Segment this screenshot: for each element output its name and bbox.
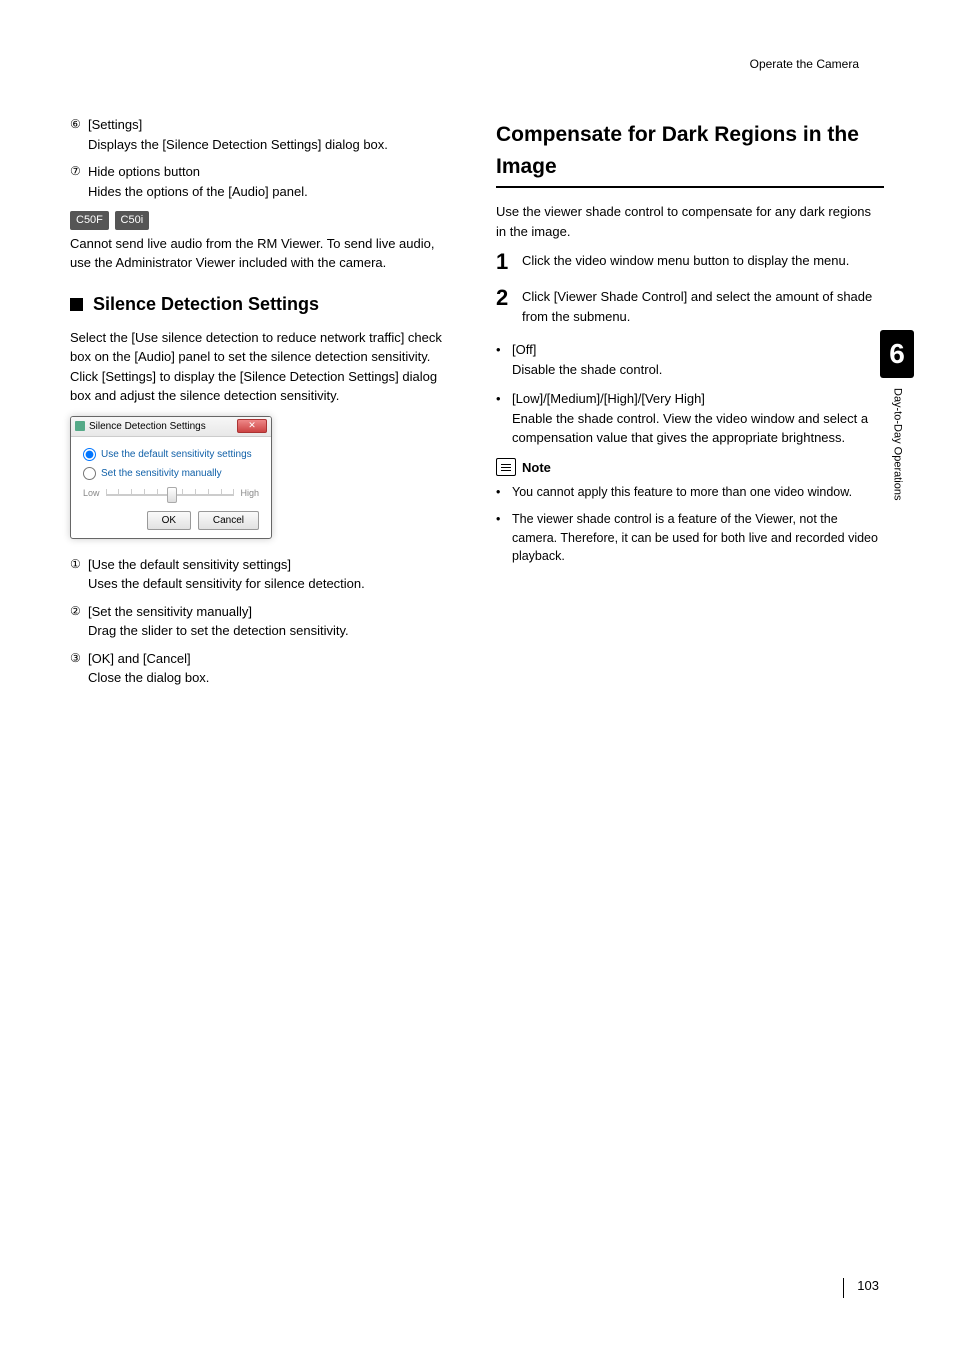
bullet-icon: • — [496, 389, 512, 448]
option-item: • [Off] Disable the shade control. — [496, 340, 884, 379]
bullet-icon: • — [496, 510, 512, 566]
slider-low-label: Low — [83, 487, 100, 501]
dialog-title-text: Silence Detection Settings — [89, 419, 206, 434]
model-badges: C50F C50i — [70, 209, 458, 230]
item-marker: ⑥ — [70, 115, 88, 154]
section-heading: Compensate for Dark Regions in the Image — [496, 119, 884, 188]
chapter-number: 6 — [880, 330, 914, 378]
radio-label: Set the sensitivity manually — [101, 466, 222, 481]
note-text: You cannot apply this feature to more th… — [512, 483, 852, 502]
item-marker: ③ — [70, 649, 88, 688]
note-text: The viewer shade control is a feature of… — [512, 510, 884, 566]
note-label: Note — [522, 458, 551, 478]
item-desc: Drag the slider to set the detection sen… — [88, 621, 458, 641]
cancel-button[interactable]: Cancel — [198, 511, 259, 530]
bullet-icon: • — [496, 483, 512, 502]
chapter-tab: 6 Day-to-Day Operations — [880, 330, 914, 501]
slider-high-label: High — [240, 487, 259, 501]
left-column: ⑥ [Settings] Displays the [Silence Detec… — [70, 115, 458, 696]
item-desc: Close the dialog box. — [88, 668, 458, 688]
slider-thumb[interactable] — [167, 487, 177, 503]
dialog-app-icon — [75, 421, 85, 431]
item-marker: ① — [70, 555, 88, 594]
option-item: • [Low]/[Medium]/[High]/[Very High] Enab… — [496, 389, 884, 448]
note-header: Note — [496, 458, 884, 478]
item-title: [Settings] — [88, 115, 458, 135]
page-number: 103 — [857, 1276, 879, 1296]
item-desc: Uses the default sensitivity for silence… — [88, 574, 458, 594]
step-number: 1 — [496, 251, 512, 273]
item-title: [Set the sensitivity manually] — [88, 602, 458, 622]
step-text: Click the video window menu button to di… — [522, 251, 849, 273]
item-marker: ⑦ — [70, 162, 88, 201]
note-list: • You cannot apply this feature to more … — [496, 483, 884, 566]
step-item: 2 Click [Viewer Shade Control] and selec… — [496, 287, 884, 326]
ok-button[interactable]: OK — [147, 511, 191, 530]
list-item: ⑦ Hide options button Hides the options … — [70, 162, 458, 201]
breadcrumb: Operate the Camera — [750, 55, 859, 73]
right-column: Compensate for Dark Regions in the Image… — [496, 115, 884, 696]
item-title: [OK] and [Cancel] — [88, 649, 458, 669]
item-marker: ② — [70, 602, 88, 641]
item-desc: Hides the options of the [Audio] panel. — [88, 182, 458, 202]
close-icon[interactable]: ✕ — [237, 419, 267, 433]
chapter-title: Day-to-Day Operations — [889, 388, 906, 501]
step-text: Click [Viewer Shade Control] and select … — [522, 287, 884, 326]
option-title: [Off] — [512, 340, 662, 360]
subheading-row: Silence Detection Settings — [70, 291, 458, 318]
radio-default-sensitivity[interactable]: Use the default sensitivity settings — [83, 447, 259, 462]
item-title: Hide options button — [88, 162, 458, 182]
silence-detection-dialog: Silence Detection Settings ✕ Use the def… — [70, 416, 272, 539]
subheading: Silence Detection Settings — [93, 291, 319, 318]
body-text: Select the [Use silence detection to red… — [70, 328, 458, 406]
square-bullet-icon — [70, 298, 83, 311]
option-desc: Enable the shade control. View the video… — [512, 409, 884, 448]
radio-manual-sensitivity[interactable]: Set the sensitivity manually — [83, 466, 259, 481]
badge-note: Cannot send live audio from the RM Viewe… — [70, 234, 458, 273]
page-number-divider — [843, 1278, 844, 1298]
radio-input[interactable] — [83, 467, 96, 480]
body-text: Use the viewer shade control to compensa… — [496, 202, 884, 241]
note-icon — [496, 458, 516, 476]
list-item: ② [Set the sensitivity manually] Drag th… — [70, 602, 458, 641]
item-desc: Displays the [Silence Detection Settings… — [88, 135, 458, 155]
dialog-titlebar: Silence Detection Settings ✕ — [71, 417, 271, 437]
step-number: 2 — [496, 287, 512, 326]
sensitivity-slider[interactable]: Low High — [83, 487, 259, 501]
option-desc: Disable the shade control. — [512, 360, 662, 380]
note-item: • You cannot apply this feature to more … — [496, 483, 884, 502]
option-title: [Low]/[Medium]/[High]/[Very High] — [512, 389, 884, 409]
bullet-icon: • — [496, 340, 512, 379]
radio-input[interactable] — [83, 448, 96, 461]
list-item: ⑥ [Settings] Displays the [Silence Detec… — [70, 115, 458, 154]
list-item: ③ [OK] and [Cancel] Close the dialog box… — [70, 649, 458, 688]
note-item: • The viewer shade control is a feature … — [496, 510, 884, 566]
model-badge: C50F — [70, 211, 109, 230]
list-item: ① [Use the default sensitivity settings]… — [70, 555, 458, 594]
radio-label: Use the default sensitivity settings — [101, 447, 252, 462]
step-item: 1 Click the video window menu button to … — [496, 251, 884, 273]
model-badge: C50i — [115, 211, 150, 230]
item-title: [Use the default sensitivity settings] — [88, 555, 458, 575]
